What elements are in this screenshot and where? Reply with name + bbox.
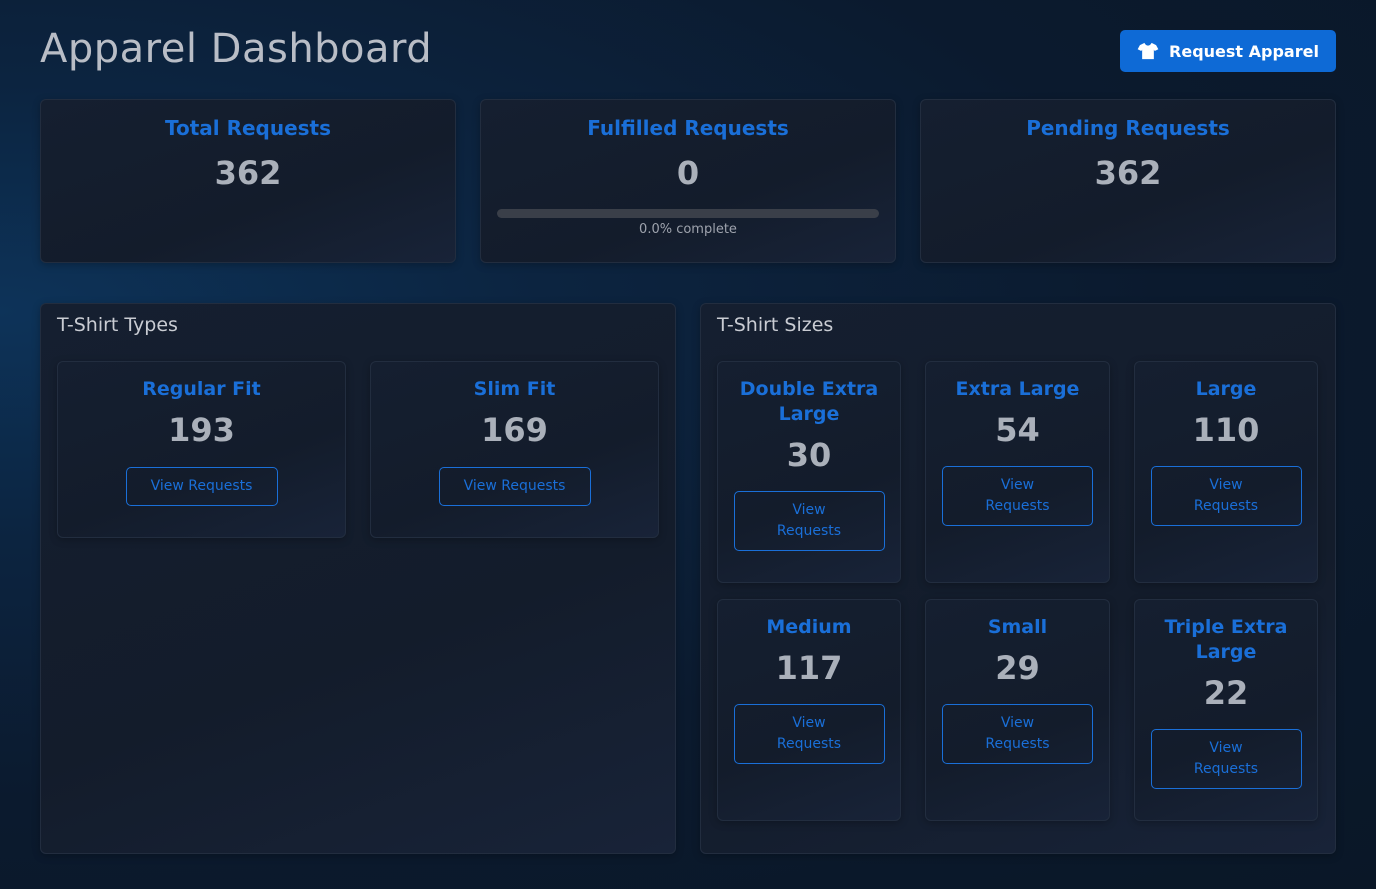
type-card-slim-fit: Slim Fit 169 View Requests (370, 361, 659, 538)
total-requests-value: 362 (214, 154, 282, 192)
tshirt-types-title: T-Shirt Types (57, 314, 178, 336)
fulfilled-requests-card: Fulfilled Requests 0 0.0% complete (480, 99, 896, 263)
view-requests-button[interactable]: View Requests (1150, 729, 1302, 789)
size-label: Double Extra Large (739, 378, 879, 425)
size-card-triple-extra-large: Triple Extra Large 22 View Requests (1134, 599, 1318, 821)
pending-requests-value: 362 (1094, 154, 1162, 192)
fulfilled-requests-value: 0 (676, 154, 700, 192)
size-value: 29 (995, 649, 1040, 687)
size-value: 22 (1203, 674, 1249, 712)
size-card-extra-large: Extra Large 54 View Requests (925, 361, 1110, 583)
view-requests-button[interactable]: View Requests (733, 491, 885, 551)
pending-requests-card: Pending Requests 362 (920, 99, 1336, 263)
fulfilled-requests-label: Fulfilled Requests (587, 116, 789, 140)
size-value: 110 (1192, 411, 1260, 449)
size-label: Small (987, 616, 1048, 638)
pending-requests-label: Pending Requests (1026, 116, 1230, 140)
view-requests-button[interactable]: View Requests (1150, 466, 1302, 526)
view-requests-button[interactable]: View Requests (125, 467, 278, 506)
tshirt-icon (1137, 42, 1159, 60)
view-requests-button[interactable]: View Requests (942, 466, 1093, 526)
tshirt-sizes-panel: T-Shirt Sizes Double Extra Large 30 View… (700, 303, 1336, 854)
total-requests-label: Total Requests (164, 116, 332, 140)
type-value: 169 (481, 411, 548, 449)
tshirt-sizes-title: T-Shirt Sizes (717, 314, 834, 336)
tshirt-types-panel: T-Shirt Types Regular Fit 193 View Reque… (40, 303, 676, 854)
view-requests-button[interactable]: View Requests (942, 704, 1093, 764)
page-title: Apparel Dashboard (40, 26, 433, 72)
fulfilled-progress-text: 0.0% complete (639, 222, 737, 237)
size-label: Medium (766, 616, 852, 638)
size-label: Large (1195, 378, 1257, 400)
size-card-large: Large 110 View Requests (1134, 361, 1318, 583)
fulfilled-progress-bar (497, 209, 879, 218)
type-value: 193 (168, 411, 235, 449)
view-requests-button[interactable]: View Requests (733, 704, 885, 764)
size-card-small: Small 29 View Requests (925, 599, 1110, 821)
request-apparel-label: Request Apparel (1169, 41, 1319, 61)
type-label: Slim Fit (473, 378, 556, 400)
total-requests-card: Total Requests 362 (40, 99, 456, 263)
size-label: Triple Extra Large (1164, 616, 1288, 663)
size-card-medium: Medium 117 View Requests (717, 599, 901, 821)
size-value: 30 (786, 436, 832, 474)
size-card-double-extra-large: Double Extra Large 30 View Requests (717, 361, 901, 583)
type-card-regular-fit: Regular Fit 193 View Requests (57, 361, 346, 538)
view-requests-button[interactable]: View Requests (438, 467, 591, 506)
request-apparel-button[interactable]: Request Apparel (1120, 30, 1336, 72)
size-value: 54 (995, 411, 1040, 449)
type-label: Regular Fit (142, 378, 261, 400)
size-label: Extra Large (955, 378, 1080, 400)
size-value: 117 (775, 649, 843, 687)
